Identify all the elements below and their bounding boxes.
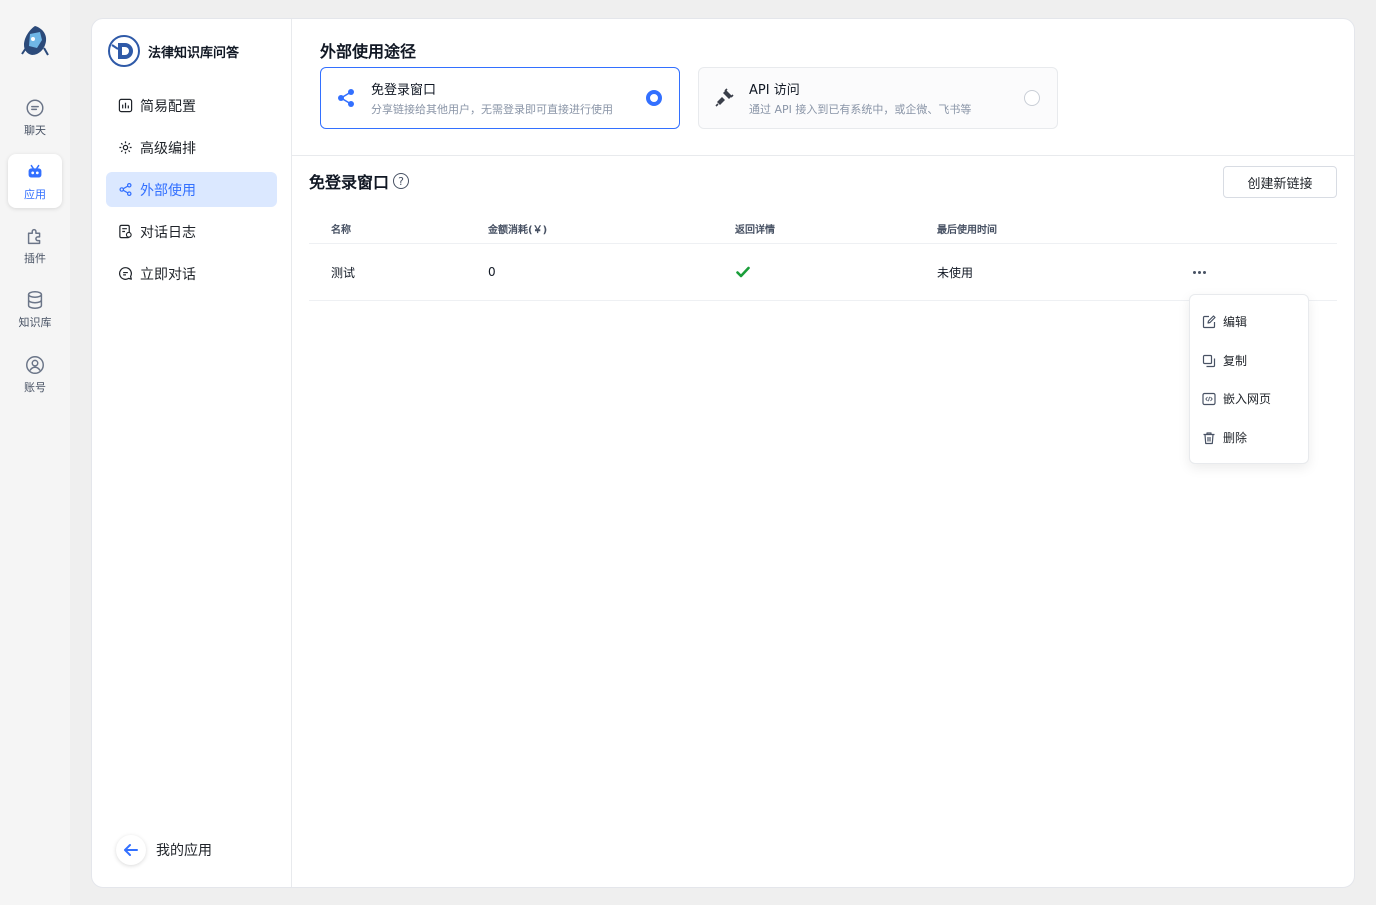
row-detail (736, 244, 750, 300)
table-row[interactable]: 测试 0 未使用 (309, 244, 1337, 301)
nav-label: 外部使用 (140, 182, 196, 199)
nav-label: 立即对话 (140, 266, 196, 283)
content-area: 外部使用途径 免登录窗口 分享链接给其他用户，无需登录即可直接进行使用 API … (292, 19, 1354, 887)
create-link-button[interactable]: 创建新链接 (1223, 166, 1337, 198)
divider (292, 155, 1354, 156)
rail-app[interactable]: 应用 (8, 154, 62, 208)
menu-label: 删除 (1223, 431, 1248, 445)
rail-plugin-label: 插件 (24, 251, 46, 265)
trash-icon (1203, 431, 1215, 444)
option-desc: 分享链接给其他用户，无需登录即可直接进行使用 (371, 103, 613, 116)
row-name: 测试 (331, 265, 356, 280)
check-icon (736, 266, 750, 278)
option-title: API 访问 (749, 83, 800, 98)
rail-chat-label: 聊天 (24, 123, 46, 137)
database-icon (27, 290, 43, 309)
puzzle-icon (27, 228, 41, 244)
menu-embed[interactable]: 嵌入网页 (1202, 390, 1271, 407)
copy-icon (1202, 354, 1216, 367)
back-button[interactable] (116, 835, 146, 865)
logo-icon[interactable] (20, 24, 50, 58)
rail-kb-label: 知识库 (18, 315, 52, 329)
more-options-icon[interactable] (1193, 244, 1206, 300)
chart-icon (118, 98, 133, 113)
row-action-menu: 编辑 复制 嵌入网页 删除 (1189, 294, 1309, 464)
help-icon[interactable]: ? (393, 173, 410, 189)
robot-icon (28, 164, 42, 177)
col-name: 名称 (331, 224, 351, 236)
plug-icon (715, 88, 734, 107)
table-header: 名称 金额消耗(￥) 返回详情 最后使用时间 (309, 213, 1337, 244)
nav-external-use[interactable]: 外部使用 (106, 172, 277, 207)
app-name: 法律知识库问答 (148, 45, 240, 61)
row-cost: 0 (488, 265, 496, 279)
log-icon (119, 224, 132, 239)
back-label: 我的应用 (156, 843, 212, 859)
col-cost: 金额消耗(￥) (488, 224, 548, 236)
option-no-login-window[interactable]: 免登录窗口 分享链接给其他用户，无需登录即可直接进行使用 (320, 67, 680, 129)
nav-advanced[interactable]: 高级编排 (106, 130, 277, 165)
nav-label: 简易配置 (140, 98, 196, 115)
chat-icon (26, 98, 44, 117)
left-rail: 聊天 应用 插件 知识库 账号 (0, 0, 70, 905)
app-header: 法律知识库问答 (108, 35, 239, 67)
arrow-left-icon (124, 844, 138, 856)
app-logo-icon (108, 35, 140, 67)
nav-chat-log[interactable]: 对话日志 (106, 214, 277, 249)
menu-delete[interactable]: 删除 (1202, 429, 1247, 446)
row-last-used: 未使用 (937, 265, 974, 280)
section-title: 外部使用途径 (320, 42, 417, 61)
menu-label: 复制 (1223, 354, 1248, 368)
rail-chat[interactable]: 聊天 (8, 90, 62, 144)
rail-account[interactable]: 账号 (8, 347, 62, 401)
col-detail: 返回详情 (735, 224, 775, 236)
option-api-access[interactable]: API 访问 通过 API 接入到已有系统中，或企微、飞书等 (698, 67, 1058, 129)
menu-copy[interactable]: 复制 (1202, 352, 1247, 369)
option-desc: 通过 API 接入到已有系统中，或企微、飞书等 (749, 103, 972, 116)
share-nodes-icon (338, 89, 354, 107)
nav-simple-config[interactable]: 简易配置 (106, 88, 277, 123)
nav-label: 高级编排 (140, 140, 196, 157)
share-title-text: 免登录窗口 (309, 173, 390, 192)
rail-plugin[interactable]: 插件 (8, 218, 62, 272)
option-radio-selected[interactable] (646, 90, 662, 106)
menu-label: 编辑 (1223, 315, 1248, 329)
menu-label: 嵌入网页 (1223, 392, 1272, 406)
gear-icon (119, 141, 132, 154)
rail-kb[interactable]: 知识库 (8, 282, 62, 336)
chat-icon (119, 267, 132, 280)
code-icon (1202, 392, 1216, 405)
menu-edit[interactable]: 编辑 (1202, 313, 1247, 330)
col-last-used: 最后使用时间 (937, 224, 997, 236)
option-title: 免登录窗口 (371, 83, 437, 98)
share-links-table: 名称 金额消耗(￥) 返回详情 最后使用时间 测试 0 未使用 (309, 213, 1337, 301)
edit-icon (1202, 314, 1216, 328)
main-panel: 法律知识库问答 简易配置 高级编排 外部使用 对话日志 立即对话 我的应用 外部… (91, 18, 1355, 888)
rail-app-label: 应用 (24, 187, 46, 201)
rail-account-label: 账号 (24, 380, 46, 394)
share-section-title: 免登录窗口 ? (309, 169, 410, 193)
nav-label: 对话日志 (140, 224, 196, 241)
back-to-my-apps[interactable]: 我的应用 (116, 835, 212, 865)
nav-chat-now[interactable]: 立即对话 (106, 256, 277, 291)
option-radio[interactable] (1024, 90, 1040, 106)
share-icon (119, 182, 132, 197)
user-icon (26, 355, 44, 374)
app-subnav: 法律知识库问答 简易配置 高级编排 外部使用 对话日志 立即对话 我的应用 (92, 19, 292, 887)
